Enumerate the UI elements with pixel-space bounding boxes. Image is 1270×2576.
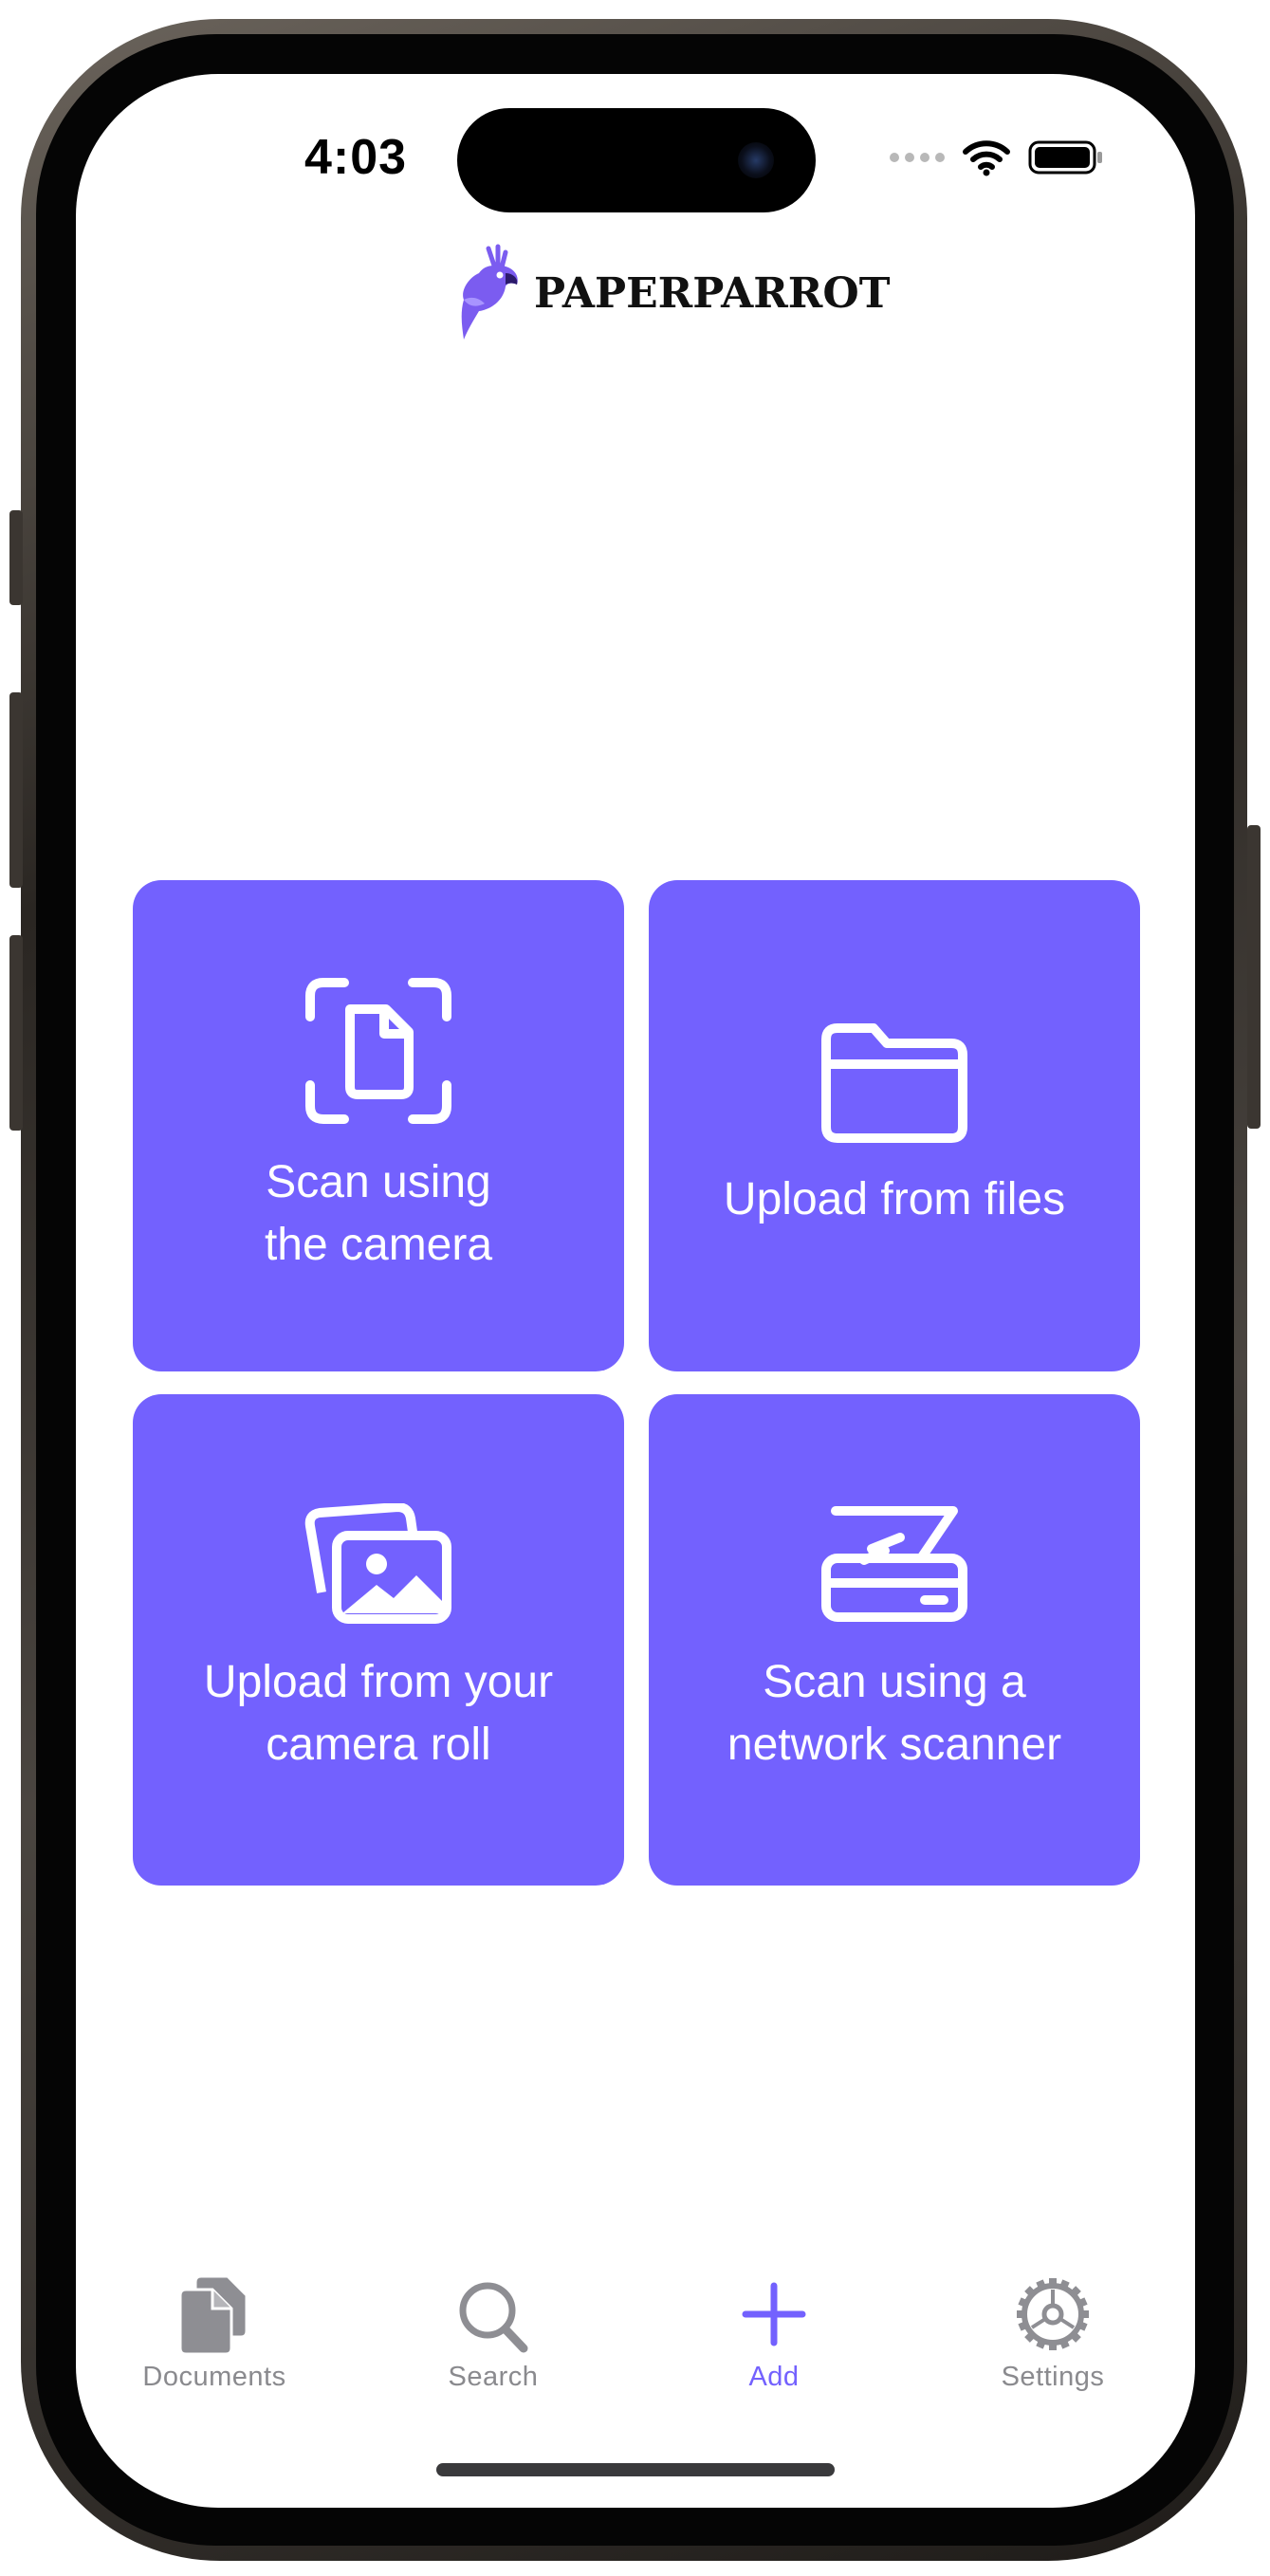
- scan-camera-label: Scan using the camera: [264, 1157, 493, 1270]
- status-indicators: [890, 138, 1104, 176]
- upload-camera-roll-button[interactable]: Upload from your camera roll: [133, 1394, 624, 1886]
- gear-icon: [1017, 2278, 1089, 2350]
- home-indicator[interactable]: [436, 2463, 835, 2476]
- photos-icon: [304, 1503, 451, 1624]
- tab-add-label: Add: [748, 2362, 800, 2392]
- scan-camera-button[interactable]: Scan using the camera: [133, 880, 624, 1371]
- scanner-icon: [821, 1506, 967, 1622]
- tab-documents-label: Documents: [142, 2362, 286, 2392]
- folder-icon: [821, 1023, 967, 1143]
- front-camera: [738, 142, 774, 178]
- dynamic-island: [457, 108, 816, 212]
- action-button: [9, 510, 23, 605]
- logo-text: PAPERPARROT: [534, 268, 891, 318]
- tab-add[interactable]: Add: [670, 2272, 878, 2393]
- volume-down-button: [9, 935, 23, 1131]
- upload-camera-roll-label: Upload from your camera roll: [203, 1657, 554, 1770]
- power-button: [1247, 825, 1261, 1129]
- volume-up-button: [9, 692, 23, 888]
- plus-icon: [742, 2282, 806, 2346]
- app-screen: 4:03 PAPERPARROT Scan using the camera U…: [76, 74, 1195, 2508]
- network-scanner-label: Scan using a network scanner: [727, 1657, 1062, 1770]
- tab-settings-label: Settings: [1001, 2362, 1105, 2392]
- tab-settings[interactable]: Settings: [948, 2272, 1157, 2393]
- wifi-icon: [963, 140, 1010, 176]
- network-scanner-button[interactable]: Scan using a network scanner: [649, 1394, 1140, 1886]
- status-time: 4:03: [304, 130, 408, 185]
- document-scan-icon: [305, 978, 451, 1124]
- upload-files-label: Upload from files: [723, 1174, 1066, 1224]
- signal-dots-icon: [890, 153, 945, 162]
- tab-search[interactable]: Search: [389, 2272, 598, 2393]
- upload-files-button[interactable]: Upload from files: [649, 880, 1140, 1371]
- battery-icon: [1028, 140, 1102, 175]
- documents-icon: [178, 2274, 248, 2356]
- app-logo: PAPERPARROT: [451, 241, 890, 345]
- tab-search-label: Search: [448, 2362, 539, 2392]
- search-icon: [459, 2282, 528, 2353]
- parrot-logo-icon: [461, 244, 518, 340]
- tab-documents[interactable]: Documents: [110, 2272, 319, 2393]
